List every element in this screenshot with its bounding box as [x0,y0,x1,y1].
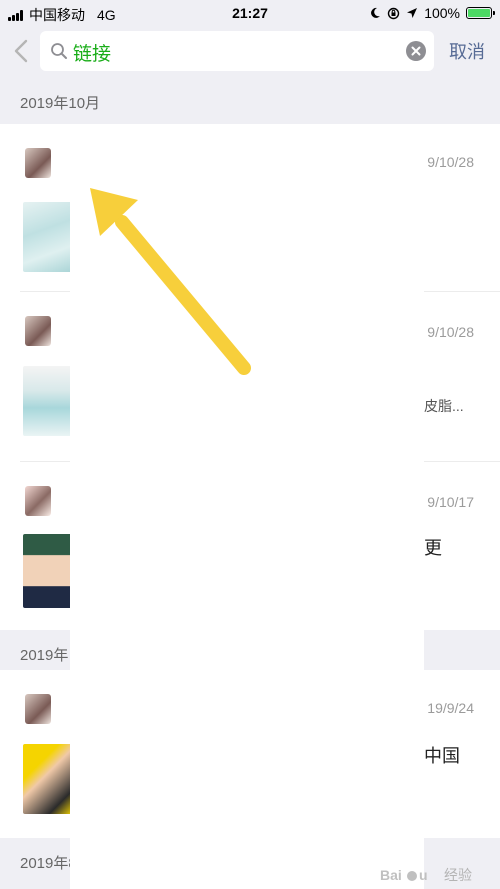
back-chevron-icon[interactable] [10,38,32,64]
section-header: 2019年10月 [0,78,500,124]
item-date: 9/10/28 [427,154,474,170]
cancel-button[interactable]: 取消 [449,38,485,64]
watermark: Bai u 经验 [380,865,472,885]
link-thumbnail [23,202,73,272]
redaction-mask [70,124,424,889]
section-header-label: 2019年10月 [20,95,101,112]
avatar [25,148,51,178]
watermark-text: 经验 [444,867,472,883]
item-date: 19/9/24 [427,700,474,716]
battery-fill [468,9,490,17]
location-icon [407,8,418,18]
item-snippet: 更 [424,538,442,558]
clear-icon[interactable] [406,41,426,61]
search-row: 链接 取消 [0,26,500,78]
item-snippet: 中国 [424,746,460,766]
battery-icon [466,7,495,19]
item-date: 9/10/28 [427,324,474,340]
avatar [25,694,51,724]
paw-logo-icon: Bai u [380,867,428,883]
rotation-lock-icon [387,7,400,19]
status-bar: 中国移动 4G 21:27 100% [0,0,500,26]
link-thumbnail [23,366,73,436]
avatar [25,486,51,516]
item-snippet: 皮脂... [424,398,464,414]
link-thumbnail [23,744,73,814]
search-input[interactable]: 链接 [73,39,111,66]
svg-text:Bai: Bai [380,867,402,883]
search-box[interactable]: 链接 [40,31,434,71]
status-right: 100% [369,5,495,21]
link-thumbnail [23,534,73,608]
svg-text:u: u [419,867,428,883]
section-header-label: 2019年 [20,647,69,664]
item-date: 9/10/17 [427,494,474,510]
avatar [25,316,51,346]
battery-percent: 100% [424,5,460,21]
search-icon [51,43,67,59]
moon-icon [371,7,381,18]
